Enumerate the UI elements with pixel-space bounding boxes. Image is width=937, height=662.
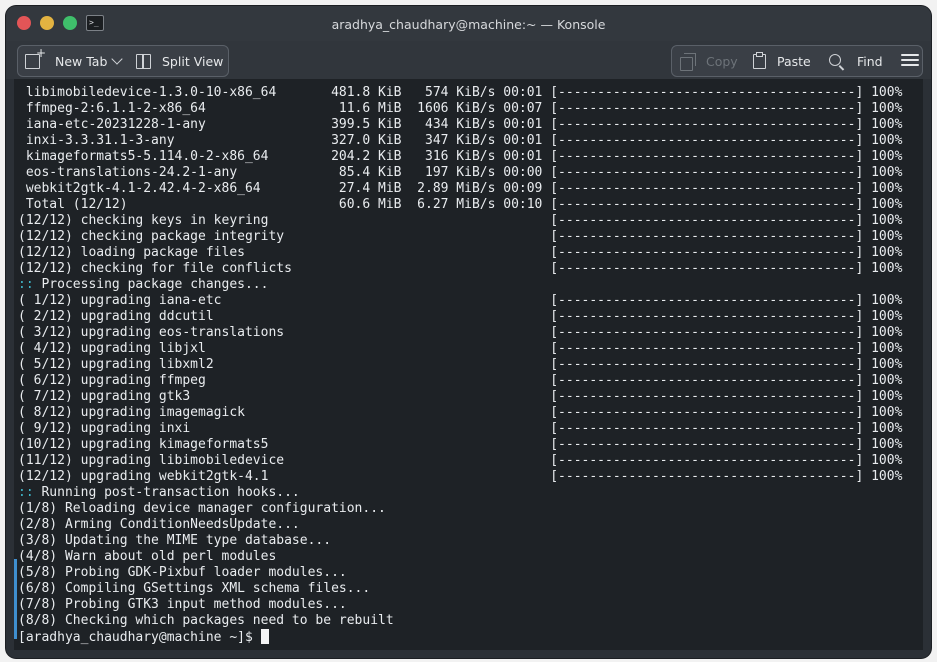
copy-button[interactable]: Copy — [680, 46, 738, 76]
new-tab-dropdown-button[interactable] — [111, 46, 123, 76]
split-view-button[interactable]: Split View — [136, 46, 223, 76]
terminal-line: (6/8) Compiling GSettings XML schema fil… — [18, 581, 371, 596]
hamburger-menu-icon — [901, 54, 919, 56]
konsole-window: >_ aradhya_chaudhary@machine:~ — Konsole… — [6, 6, 931, 658]
terminal-line: (12/12) upgrading webkit2gtk-4.1 [------… — [18, 469, 903, 484]
terminal-line: ( 6/12) upgrading ffmpeg [--------------… — [18, 373, 903, 388]
terminal-line: :: Running post-transaction hooks... — [18, 485, 902, 501]
split-view-label: Split View — [162, 53, 224, 69]
terminal-line: ( 3/12) upgrading eos-translations [----… — [18, 325, 903, 340]
terminal-line: (12/12) checking keys in keyring [------… — [18, 213, 903, 228]
terminal-line: :: Processing package changes... — [18, 277, 902, 293]
split-view-icon — [136, 53, 151, 69]
section-marker: :: — [18, 485, 34, 500]
copy-icon — [680, 52, 696, 71]
terminal-view[interactable]: libimobiledevice-1.3.0-10-x86_64 481.8 K… — [14, 79, 923, 650]
window-title: aradhya_chaudhary@machine:~ — Konsole — [331, 17, 606, 32]
chevron-down-icon — [111, 53, 123, 65]
terminal-line: Total (12/12) 60.6 MiB 6.27 MiB/s 00:10 … — [18, 197, 903, 212]
new-tab-button[interactable]: New Tab — [25, 46, 107, 76]
terminal-line: ffmpeg-2:6.1.1-2-x86_64 11.6 MiB 1606 Ki… — [18, 101, 903, 116]
new-tab-icon — [25, 46, 46, 69]
terminal-line: (5/8) Probing GDK-Pixbuf loader modules.… — [18, 565, 347, 580]
terminal-line: (10/12) upgrading kimageformats5 [------… — [18, 437, 903, 452]
section-text: Running post-transaction hooks... — [33, 485, 300, 500]
paste-button[interactable]: Paste — [753, 46, 811, 76]
terminal-line: (3/8) Updating the MIME type database... — [18, 533, 332, 548]
terminal-line: (4/8) Warn about old perl modules — [18, 549, 277, 564]
edit-actions-group: Copy Paste Find — [671, 45, 923, 77]
terminal-line: ( 8/12) upgrading imagemagick [---------… — [18, 405, 903, 420]
hamburger-menu-button[interactable] — [901, 52, 919, 68]
find-label: Find — [857, 53, 883, 69]
find-button[interactable]: Find — [829, 46, 883, 76]
paste-icon — [753, 51, 766, 69]
terminal-line: ( 5/12) upgrading libxml2 [-------------… — [18, 357, 903, 372]
terminal-line: eos-translations-24.2-1-any 85.4 KiB 197… — [18, 165, 903, 180]
tab-actions-group: New Tab Split View — [17, 45, 229, 77]
terminal-line: (1/8) Reloading device manager configura… — [18, 501, 386, 516]
terminal-line: webkit2gtk-4.1-2.42.4-2-x86_64 27.4 MiB … — [18, 181, 903, 196]
terminal-line: ( 2/12) upgrading ddcutil [-------------… — [18, 309, 903, 324]
text-cursor — [260, 629, 269, 644]
section-marker: :: — [18, 277, 34, 292]
terminal-line: kimageformats5-5.114.0-2-x86_64 204.2 Ki… — [18, 149, 903, 164]
scroll-marker — [14, 559, 17, 639]
terminal-line: ( 4/12) upgrading libjxl [--------------… — [18, 341, 903, 356]
paste-label: Paste — [777, 53, 811, 69]
prompt-line[interactable]: [aradhya_chaudhary@machine ~]$ — [18, 629, 902, 645]
section-text: Processing package changes... — [33, 277, 269, 292]
terminal-line: (2/8) Arming ConditionNeedsUpdate... — [18, 517, 300, 532]
terminal-line: (7/8) Probing GTK3 input method modules.… — [18, 597, 347, 612]
terminal-line: (12/12) loading package files [---------… — [18, 245, 903, 260]
terminal-line: (8/8) Checking which packages need to be… — [18, 613, 394, 628]
terminal-line: ( 9/12) upgrading inxi [----------------… — [18, 421, 903, 436]
terminal-line: (12/12) checking for file conflicts [---… — [18, 261, 903, 276]
new-tab-label: New Tab — [55, 53, 108, 69]
terminal-line: (12/12) checking package integrity [----… — [18, 229, 903, 244]
terminal-line: ( 1/12) upgrading iana-etc [------------… — [18, 293, 903, 308]
terminal-line: libimobiledevice-1.3.0-10-x86_64 481.8 K… — [18, 85, 903, 100]
terminal-output: libimobiledevice-1.3.0-10-x86_64 481.8 K… — [18, 85, 902, 645]
terminal-line: ( 7/12) upgrading gtk3 [----------------… — [18, 389, 903, 404]
search-icon — [829, 53, 841, 66]
toolbar: New Tab Split View Copy Paste Find — [6, 41, 931, 79]
terminal-line: inxi-3.3.31.1-3-any 327.0 KiB 347 KiB/s … — [18, 133, 903, 148]
terminal-line: (11/12) upgrading libimobiledevice [----… — [18, 453, 903, 468]
terminal-line: iana-etc-20231228-1-any 399.5 KiB 434 Ki… — [18, 117, 903, 132]
shell-prompt: [aradhya_chaudhary@machine ~]$ — [18, 630, 261, 645]
copy-label: Copy — [706, 53, 738, 69]
titlebar[interactable]: >_ aradhya_chaudhary@machine:~ — Konsole — [6, 6, 931, 41]
